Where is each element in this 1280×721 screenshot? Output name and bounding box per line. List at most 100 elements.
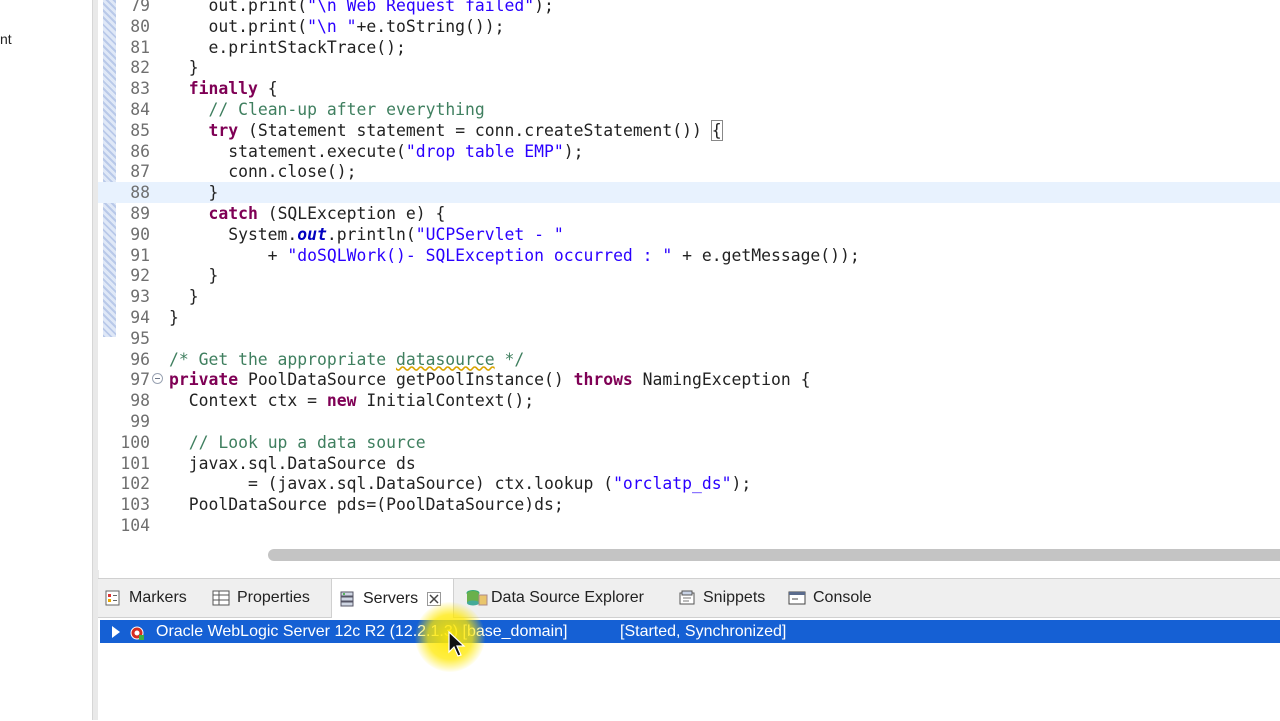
code-text: e.printStackTrace(); (169, 37, 406, 58)
line-number: 94 (130, 308, 150, 327)
code-token: System. (169, 224, 298, 244)
line-number: 89 (130, 204, 150, 223)
code-text: System.out.println("UCPServlet - " (169, 224, 564, 245)
fold-toggle-icon[interactable] (152, 373, 163, 385)
code-line[interactable]: 93 } (98, 286, 1280, 307)
code-token: // Look up a data source (188, 432, 426, 452)
code-line[interactable]: 82 } (98, 57, 1280, 78)
code-line[interactable]: 83 finally { (98, 78, 1280, 99)
code-line[interactable]: 98 Context ctx = new InitialContext(); (98, 390, 1280, 411)
code-line[interactable]: 100 // Look up a data source (98, 432, 1280, 453)
line-number: 92 (130, 266, 150, 286)
code-line[interactable]: 94} (98, 307, 1280, 328)
code-text: conn.close(); (169, 161, 356, 182)
line-number: 101 (120, 453, 150, 473)
code-token: + (169, 245, 288, 265)
code-line[interactable]: 89 catch (SQLException e) { (98, 203, 1280, 224)
line-number: 104 (120, 516, 150, 535)
code-line[interactable]: 86 statement.execute("drop table EMP"); (98, 141, 1280, 162)
code-token: throws (573, 370, 633, 390)
code-text: // Clean-up after everything (169, 99, 485, 120)
code-line[interactable]: 88 } (98, 182, 1280, 204)
code-line[interactable]: 90 System.out.println("UCPServlet - " (98, 224, 1280, 245)
code-token: out.print( (169, 16, 308, 36)
line-number: 93 (130, 287, 150, 307)
code-token: private (169, 370, 239, 390)
horizontal-scrollbar[interactable] (268, 549, 1280, 561)
code-line[interactable]: 96 /* Get the appropriate datasource */ (98, 349, 1280, 370)
line-number: 90 (130, 224, 150, 244)
code-token: } (169, 287, 199, 307)
code-line[interactable]: 80 out.print("\n "+e.toString()); (98, 16, 1280, 37)
server-list-item[interactable]: Oracle WebLogic Server 12c R2 (12.2.1.3)… (100, 620, 1280, 643)
line-number: 80 (130, 16, 150, 36)
code-token: "\n " (307, 16, 357, 36)
code-token: out.print( (169, 0, 308, 15)
servers-icon (338, 590, 356, 608)
code-token: // Clean-up after everything (208, 100, 485, 119)
server-name: Oracle WebLogic Server 12c R2 (12.2.1.3)… (156, 623, 568, 640)
code-token: +e.toString()); (356, 16, 505, 36)
line-number: 83 (130, 79, 150, 99)
code-line[interactable]: 91 + "doSQLWork()- SQLException occurred… (98, 245, 1280, 266)
line-number: 96 (130, 349, 150, 369)
code-line[interactable]: 102 = (javax.sql.DataSource) ctx.lookup … (98, 473, 1280, 494)
code-token: (SQLException e) { (257, 204, 446, 223)
line-number: 84 (130, 100, 150, 119)
code-token: PoolDataSource getPoolInstance() (238, 370, 574, 390)
tab-markers[interactable]: Markers (104, 579, 187, 617)
code-token: } (169, 183, 219, 203)
code-line[interactable]: 103 PoolDataSource pds=(PoolDataSource)d… (98, 494, 1280, 515)
code-token: ); (731, 474, 752, 494)
code-line[interactable]: 104 (98, 515, 1280, 536)
code-token: "orclatp_ds" (613, 474, 732, 494)
line-number: 87 (130, 162, 150, 182)
code-line[interactable]: 87 conn.close(); (98, 161, 1280, 182)
code-token: } (169, 266, 219, 286)
tab-snippets[interactable]: Snippets (678, 579, 765, 617)
code-text: Context ctx = new InitialContext(); (169, 390, 534, 411)
code-token: "doSQLWork()- SQLException occurred : " (287, 245, 673, 265)
code-line[interactable]: 92 } (98, 265, 1280, 286)
tab-label-snippets: Snippets (703, 589, 766, 606)
line-number: 86 (130, 141, 150, 161)
code-token: */ (494, 349, 525, 369)
code-line[interactable]: 84 // Clean-up after everything (98, 99, 1280, 120)
console-icon (788, 589, 806, 607)
tab-console[interactable]: Console (788, 579, 872, 617)
code-text: private PoolDataSource getPoolInstance()… (169, 369, 810, 390)
code-token: new (326, 391, 357, 411)
code-line[interactable]: 101 javax.sql.DataSource ds (98, 453, 1280, 474)
code-text: /* Get the appropriate datasource */ (169, 349, 524, 370)
truncated-explorer-text: nt (0, 31, 12, 47)
code-line[interactable]: 97 private PoolDataSource getPoolInstance… (98, 369, 1280, 390)
code-line[interactable]: 85 try (Statement statement = conn.creat… (98, 119, 1280, 141)
line-number: 98 (130, 391, 150, 411)
code-token: (Statement statement = conn.createStatem… (238, 120, 712, 140)
code-token: { (257, 79, 278, 99)
code-editor[interactable]: 79 out.print("\n Web Request failed"); 80… (98, 0, 1280, 570)
code-token: e.printStackTrace(); (169, 37, 406, 57)
code-line[interactable]: 79 out.print("\n Web Request failed"); (98, 0, 1280, 16)
snippets-icon (678, 589, 696, 607)
data-source-explorer-icon (466, 589, 488, 607)
line-number: 91 (130, 245, 150, 265)
code-line[interactable]: 81 e.printStackTrace(); (98, 37, 1280, 58)
tab-label-markers: Markers (129, 589, 187, 606)
tab-properties[interactable]: Properties (212, 579, 310, 617)
code-text: out.print("\n Web Request failed"); (169, 0, 553, 16)
code-line[interactable]: 99 (98, 411, 1280, 432)
tab-data-source-explorer[interactable]: Data Source Explorer (466, 579, 644, 617)
tab-label-servers: Servers (363, 589, 419, 607)
expand-arrow-icon[interactable] (112, 626, 120, 638)
properties-icon (212, 589, 230, 607)
code-token: out (297, 224, 327, 244)
line-number: 100 (120, 432, 150, 452)
line-number: 81 (130, 37, 150, 57)
code-token: finally (188, 79, 258, 99)
code-line[interactable]: 95 (98, 328, 1280, 349)
line-number: 95 (130, 328, 150, 348)
code-text: } (169, 57, 199, 78)
